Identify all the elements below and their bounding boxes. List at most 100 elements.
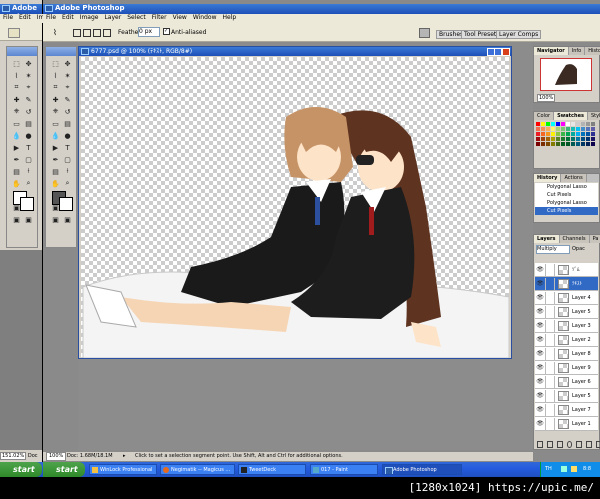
swatch[interactable] bbox=[551, 132, 555, 136]
layer-link-slot[interactable] bbox=[546, 403, 555, 416]
layer-link-slot[interactable] bbox=[546, 305, 555, 318]
swatch[interactable] bbox=[561, 142, 565, 146]
hand-tool-icon[interactable]: ✋ bbox=[11, 178, 22, 189]
tab-styles[interactable]: Styles bbox=[587, 112, 600, 120]
layer-row[interactable]: 👁 Layer 3 bbox=[535, 319, 598, 333]
swatch[interactable] bbox=[591, 142, 595, 146]
type-tool-icon[interactable]: T bbox=[23, 142, 34, 153]
menu-filter[interactable]: Filter bbox=[152, 14, 167, 23]
swatch[interactable] bbox=[581, 142, 585, 146]
layer-link-slot[interactable] bbox=[546, 389, 555, 402]
full-screen-icon[interactable]: ▣ bbox=[62, 214, 73, 225]
swatch[interactable] bbox=[571, 122, 575, 126]
swatch[interactable] bbox=[541, 142, 545, 146]
eyedropper-tool-icon[interactable]: ⟊ bbox=[23, 166, 34, 177]
swatch[interactable] bbox=[566, 127, 570, 131]
swatch[interactable] bbox=[536, 142, 540, 146]
task-photoshop[interactable]: Adobe Photoshop bbox=[382, 464, 462, 475]
menu-help[interactable]: Help bbox=[223, 14, 237, 23]
eye-icon[interactable]: 👁 bbox=[535, 319, 546, 332]
adjustment-layer-icon[interactable] bbox=[566, 441, 573, 448]
start-button-1[interactable]: start bbox=[0, 462, 42, 477]
swatch[interactable] bbox=[536, 137, 540, 141]
back-zoom-value[interactable]: 151.02% bbox=[0, 452, 27, 460]
eraser-tool-icon[interactable]: ▭ bbox=[11, 118, 22, 129]
swatch[interactable] bbox=[546, 122, 550, 126]
notes-tool-icon[interactable]: ▤ bbox=[50, 166, 61, 177]
eye-icon[interactable]: 👁 bbox=[535, 277, 546, 290]
swatch[interactable] bbox=[556, 122, 560, 126]
lasso-tool-icon[interactable]: ⌇ bbox=[50, 70, 61, 81]
swatch[interactable] bbox=[576, 127, 580, 131]
clone-stamp-tool-icon[interactable]: ⎈ bbox=[11, 106, 22, 117]
navigator-thumbnail[interactable] bbox=[540, 58, 592, 91]
new-layer-icon[interactable] bbox=[586, 441, 593, 448]
swatch[interactable] bbox=[581, 137, 585, 141]
new-selection-icon[interactable] bbox=[73, 29, 81, 37]
swatch[interactable] bbox=[546, 132, 550, 136]
swatch[interactable] bbox=[546, 142, 550, 146]
layer-link-slot[interactable] bbox=[546, 291, 555, 304]
layer-link-slot[interactable] bbox=[546, 319, 555, 332]
eye-icon[interactable]: 👁 bbox=[535, 305, 546, 318]
tray-volume-icon[interactable] bbox=[571, 466, 577, 472]
tab-actions[interactable]: Actions bbox=[561, 174, 587, 182]
background-color[interactable] bbox=[20, 197, 34, 211]
slice-tool-icon[interactable]: ⌖ bbox=[23, 82, 34, 93]
layer-style-icon[interactable] bbox=[546, 441, 553, 448]
layer-link-slot[interactable] bbox=[546, 347, 555, 360]
menu-view[interactable]: View bbox=[173, 14, 187, 23]
marquee-tool-icon[interactable]: ⬚ bbox=[50, 58, 61, 69]
tab-layers[interactable]: Layers bbox=[534, 235, 560, 243]
zoom-tool-icon[interactable]: ⌕ bbox=[62, 178, 73, 189]
move-tool-icon[interactable]: ✥ bbox=[62, 58, 73, 69]
swatch[interactable] bbox=[561, 122, 565, 126]
swatch[interactable] bbox=[571, 137, 575, 141]
layer-row[interactable]: 👁 Layer 1 bbox=[535, 417, 598, 431]
layer-link-slot[interactable] bbox=[546, 375, 555, 388]
shape-tool-icon[interactable]: ▢ bbox=[62, 154, 73, 165]
layer-row[interactable]: 👁 Layer 5 bbox=[535, 389, 598, 403]
task-paint[interactable]: 017 - Paint bbox=[310, 464, 378, 475]
lasso-tool-icon[interactable]: ⌇ bbox=[11, 70, 22, 81]
full-screen-icon[interactable]: ▣ bbox=[23, 214, 34, 225]
move-tool-icon[interactable]: ✥ bbox=[23, 58, 34, 69]
swatch[interactable] bbox=[556, 132, 560, 136]
swatch[interactable] bbox=[546, 127, 550, 131]
swatch[interactable] bbox=[541, 137, 545, 141]
swatch[interactable] bbox=[556, 127, 560, 131]
menu-layer[interactable]: Layer bbox=[104, 14, 121, 23]
clone-stamp-tool-icon[interactable]: ⎈ bbox=[50, 106, 61, 117]
layer-row[interactable]: 👁 Layer 9 bbox=[535, 361, 598, 375]
history-item[interactable]: Cut Pixels bbox=[535, 207, 598, 215]
swatch[interactable] bbox=[581, 122, 585, 126]
magic-wand-tool-icon[interactable]: ✶ bbox=[62, 70, 73, 81]
notes-tool-icon[interactable]: ▤ bbox=[11, 166, 22, 177]
swatch[interactable] bbox=[591, 132, 595, 136]
tool-preset-icon[interactable] bbox=[8, 28, 20, 38]
swatch[interactable] bbox=[556, 137, 560, 141]
layer-link-slot[interactable] bbox=[546, 277, 555, 290]
eye-icon[interactable]: 👁 bbox=[535, 403, 546, 416]
shape-tool-icon[interactable]: ▢ bbox=[23, 154, 34, 165]
marquee-tool-icon[interactable]: ⬚ bbox=[11, 58, 22, 69]
history-brush-tool-icon[interactable]: ↺ bbox=[62, 106, 73, 117]
swatch[interactable] bbox=[561, 132, 565, 136]
blur-tool-icon[interactable]: 💧 bbox=[50, 130, 61, 141]
file-browser-icon[interactable] bbox=[419, 28, 430, 38]
maximize-button[interactable] bbox=[494, 48, 502, 56]
layer-link-slot[interactable] bbox=[546, 417, 555, 430]
tab-color[interactable]: Color bbox=[534, 112, 555, 120]
delete-layer-icon[interactable] bbox=[596, 441, 600, 448]
layer-link-slot[interactable] bbox=[546, 263, 555, 276]
eye-icon[interactable]: 👁 bbox=[535, 347, 546, 360]
swatch[interactable] bbox=[536, 132, 540, 136]
eye-icon[interactable]: 👁 bbox=[535, 291, 546, 304]
swatch[interactable] bbox=[561, 137, 565, 141]
navigator-zoom[interactable]: 100% bbox=[537, 94, 556, 102]
history-item[interactable]: Cut Pixels bbox=[535, 191, 598, 199]
swatch[interactable] bbox=[586, 122, 590, 126]
menu-select[interactable]: Select bbox=[127, 14, 146, 23]
photoshop-titlebar[interactable]: Adobe Photoshop bbox=[43, 4, 600, 14]
swatch[interactable] bbox=[541, 122, 545, 126]
